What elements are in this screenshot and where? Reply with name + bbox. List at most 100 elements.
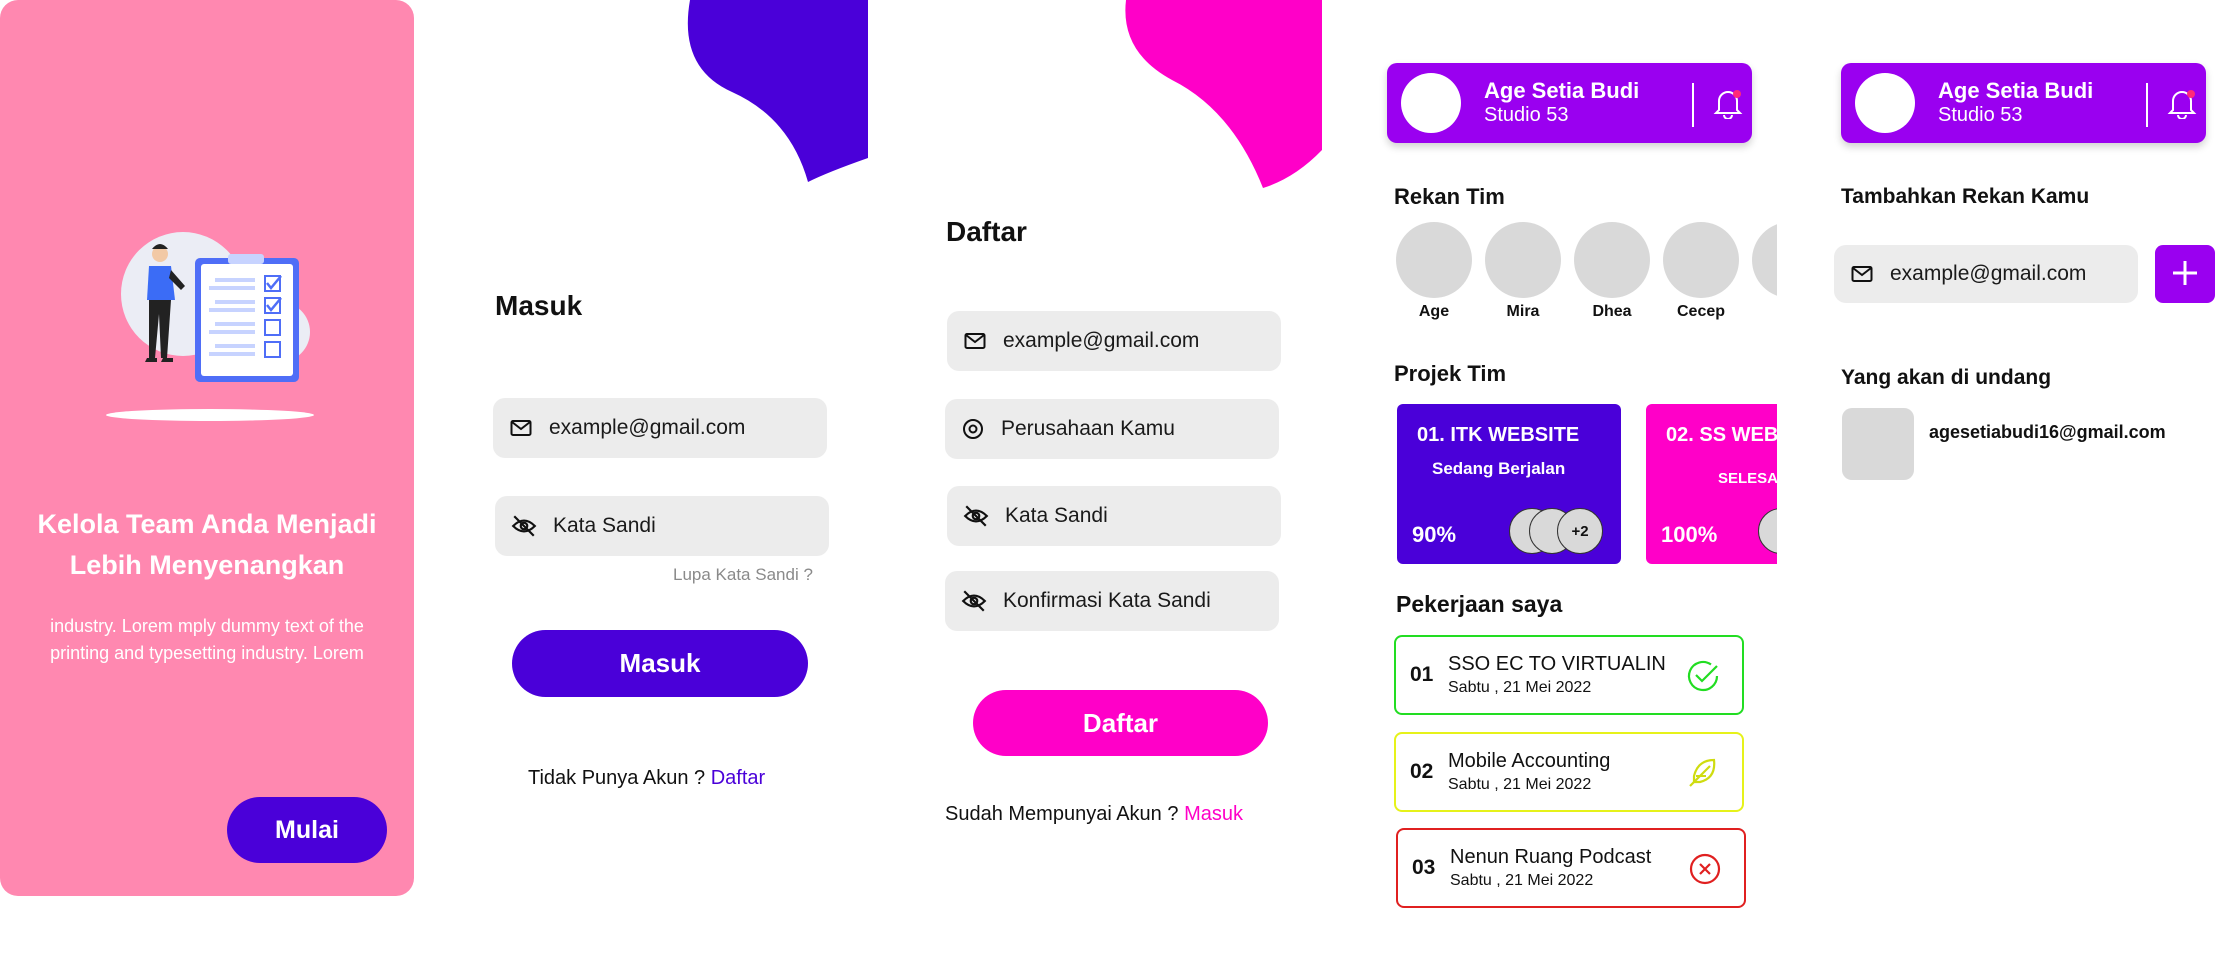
task-number: 01 bbox=[1410, 663, 1434, 686]
project-card[interactable]: 02. SS WEBSITE SELESAI 100% bbox=[1646, 404, 1777, 564]
team-member[interactable]: Dhea bbox=[1574, 222, 1650, 321]
forgot-password-link[interactable]: Lupa Kata Sandi ? bbox=[673, 565, 813, 585]
header-divider bbox=[1692, 83, 1694, 127]
task-date: Sabtu , 21 Mei 2022 bbox=[1450, 872, 1594, 889]
team-member[interactable]: Mira bbox=[1485, 222, 1561, 321]
project-title: 01. ITK WEBSITE bbox=[1417, 424, 1580, 446]
have-account-text: Sudah Mempunyai Akun ? bbox=[945, 803, 1179, 825]
member-avatar bbox=[1752, 222, 1777, 298]
login-email-input[interactable] bbox=[549, 416, 827, 440]
plus-icon bbox=[2173, 260, 2197, 285]
login-title: Masuk bbox=[495, 290, 583, 321]
task-name: Nenun Ruang Podcast bbox=[1450, 846, 1652, 868]
team-member[interactable]: Age bbox=[1396, 222, 1472, 321]
project-more-members: +2 bbox=[1557, 508, 1603, 554]
profile-name: Age Setia Budi bbox=[1484, 78, 1640, 103]
decorative-blob-purple bbox=[687, 0, 868, 182]
decorative-blob-pink bbox=[1125, 0, 1322, 188]
dashboard-profile-card: Age Setia Budi Studio 53 bbox=[1387, 63, 1752, 143]
login-register-prompt: Tidak Punya Akun ? Daftar bbox=[528, 767, 765, 790]
headline-line: Lebih Menyenangkan bbox=[69, 550, 345, 580]
team-members-list: Age Mira Dhea Cecep bbox=[1393, 222, 1777, 326]
project-card[interactable]: 01. ITK WEBSITE Sedang Berjalan 90% +2 bbox=[1397, 404, 1621, 564]
login-submit-button[interactable]: Masuk bbox=[512, 630, 808, 697]
onboarding-headline: Kelola Team Anda Menjadi Lebih Menyenang… bbox=[0, 504, 414, 586]
register-confirm-password-input[interactable] bbox=[1003, 589, 1279, 613]
register-submit-button[interactable]: Daftar bbox=[973, 690, 1268, 756]
task-name: Mobile Accounting bbox=[1448, 750, 1611, 772]
projects-section-title: Projek Tim bbox=[1394, 361, 1507, 386]
description-line: industry. Lorem mply dummy text of the bbox=[50, 616, 364, 636]
x-circle-icon bbox=[1689, 853, 1721, 885]
profile-studio: Studio 53 bbox=[1938, 104, 2023, 126]
header-divider bbox=[2146, 83, 2148, 127]
login-password-input[interactable] bbox=[553, 514, 829, 538]
project-title: 02. SS WEBSITE bbox=[1666, 424, 1777, 446]
avatar[interactable] bbox=[1855, 73, 1915, 133]
eye-off-icon[interactable] bbox=[963, 503, 989, 529]
member-name: Mira bbox=[1506, 303, 1540, 320]
project-status: Sedang Berjalan bbox=[1432, 459, 1566, 478]
task-date: Sabtu , 21 Mei 2022 bbox=[1448, 776, 1592, 793]
start-button[interactable]: Mulai bbox=[227, 797, 387, 863]
add-member-button[interactable] bbox=[2155, 245, 2215, 303]
task-date: Sabtu , 21 Mei 2022 bbox=[1448, 679, 1592, 696]
task-item[interactable]: 02 Mobile Accounting Sabtu , 21 Mei 2022 bbox=[1394, 732, 1744, 812]
register-email-input[interactable] bbox=[1003, 329, 1281, 353]
member-avatar bbox=[1663, 222, 1739, 298]
project-percent: 100% bbox=[1661, 522, 1718, 547]
register-company-field[interactable] bbox=[945, 399, 1279, 459]
member-avatar bbox=[1396, 222, 1472, 298]
login-password-field[interactable] bbox=[495, 496, 829, 556]
mail-icon bbox=[510, 420, 532, 436]
invite-profile-card: Age Setia Budi Studio 53 bbox=[1841, 63, 2206, 143]
check-circle-icon bbox=[1687, 660, 1719, 692]
register-password-input[interactable] bbox=[1005, 504, 1281, 528]
register-company-input[interactable] bbox=[1001, 417, 1279, 441]
team-illustration bbox=[106, 232, 314, 421]
member-name: Cecep bbox=[1676, 303, 1726, 320]
no-account-text: Tidak Punya Akun ? bbox=[528, 767, 706, 789]
invite-email-field[interactable] bbox=[1834, 245, 2138, 303]
register-confirm-password-field[interactable] bbox=[945, 571, 1279, 631]
task-number: 02 bbox=[1410, 760, 1434, 783]
task-item[interactable]: 01 SSO EC TO VIRTUALIN Sabtu , 21 Mei 20… bbox=[1394, 635, 1744, 715]
login-link[interactable]: Masuk bbox=[1184, 803, 1243, 825]
profile-studio: Studio 53 bbox=[1484, 104, 1569, 126]
member-avatar bbox=[1485, 222, 1561, 298]
member-name: Age bbox=[1418, 303, 1450, 320]
register-password-field[interactable] bbox=[947, 486, 1281, 546]
task-number: 03 bbox=[1412, 856, 1436, 879]
register-link[interactable]: Daftar bbox=[711, 767, 765, 789]
project-status: SELESAI bbox=[1718, 470, 1777, 487]
eye-off-icon[interactable] bbox=[961, 588, 987, 614]
notification-bell-icon[interactable] bbox=[1713, 87, 1743, 119]
invite-email-input[interactable] bbox=[1890, 262, 2138, 286]
team-member[interactable] bbox=[1752, 222, 1777, 298]
login-email-field[interactable] bbox=[493, 398, 827, 458]
mail-icon bbox=[1851, 266, 1873, 282]
invite-title: Tambahkan Rekan Kamu bbox=[1841, 185, 2090, 208]
onboarding-screen: Kelola Team Anda Menjadi Lebih Menyenang… bbox=[0, 0, 414, 896]
company-icon bbox=[963, 419, 983, 439]
invitees-title: Yang akan di undang bbox=[1841, 366, 2052, 389]
member-avatar bbox=[1574, 222, 1650, 298]
team-member[interactable]: Cecep bbox=[1663, 222, 1739, 321]
project-member-avatar bbox=[1758, 508, 1777, 554]
avatar[interactable] bbox=[1401, 73, 1461, 133]
project-percent: 90% bbox=[1412, 522, 1457, 547]
register-title: Daftar bbox=[946, 216, 1027, 247]
task-item[interactable]: 03 Nenun Ruang Podcast Sabtu , 21 Mei 20… bbox=[1396, 828, 1746, 908]
eye-off-icon[interactable] bbox=[511, 513, 537, 539]
register-login-prompt: Sudah Mempunyai Akun ? Masuk bbox=[945, 803, 1243, 826]
tasks-section-title: Pekerjaan saya bbox=[1396, 591, 1563, 617]
profile-name: Age Setia Budi bbox=[1938, 78, 2094, 103]
projects-list: 01. ITK WEBSITE Sedang Berjalan 90% +2 0… bbox=[1395, 404, 1777, 566]
onboarding-description: industry. Lorem mply dummy text of the p… bbox=[20, 613, 394, 667]
invitee-email: agesetiabudi16@gmail.com bbox=[1929, 422, 2166, 442]
register-email-field[interactable] bbox=[947, 311, 1281, 371]
notification-bell-icon[interactable] bbox=[2167, 87, 2197, 119]
invitee-avatar bbox=[1842, 408, 1914, 480]
headline-line: Kelola Team Anda Menjadi bbox=[37, 509, 377, 539]
team-section-title: Rekan Tim bbox=[1394, 184, 1505, 209]
